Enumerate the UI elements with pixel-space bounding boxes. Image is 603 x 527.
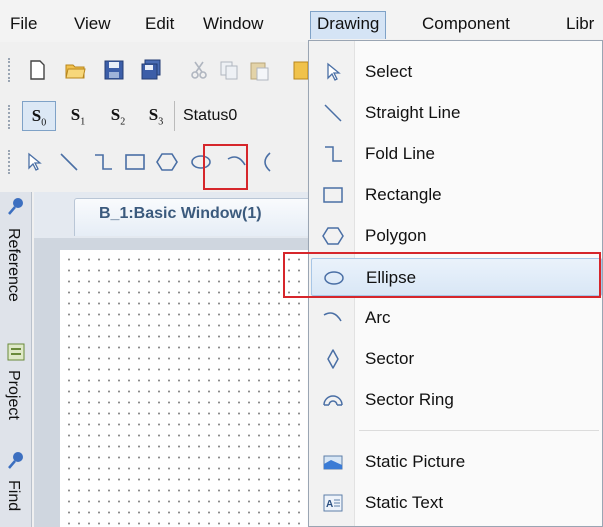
- menu-item-sector-ring[interactable]: Sector Ring: [311, 381, 602, 419]
- menu-item-label: Sector: [365, 349, 415, 368]
- menu-item-static-picture[interactable]: Static Picture: [311, 443, 602, 481]
- static-text-icon: A: [322, 492, 344, 514]
- state-2-button[interactable]: S2: [104, 101, 132, 131]
- menu-bar: File View Edit Window Drawing Component …: [0, 0, 603, 42]
- menu-item-label: Fold Line: [365, 144, 435, 163]
- arc-icon: [322, 307, 344, 329]
- project-icon[interactable]: [6, 342, 26, 362]
- select-arrow-icon[interactable]: [24, 151, 46, 173]
- new-icon[interactable]: [26, 59, 48, 81]
- menu-library[interactable]: Libr: [560, 11, 600, 39]
- dock-tab-find[interactable]: Find: [4, 480, 22, 511]
- menu-drawing[interactable]: Drawing: [310, 11, 387, 39]
- pin-icon[interactable]: [6, 450, 26, 470]
- straight-line-icon[interactable]: [58, 151, 80, 173]
- rectangle-icon[interactable]: [124, 151, 146, 173]
- document-tab[interactable]: B_1:Basic Window(1): [74, 198, 334, 236]
- cut-icon[interactable]: [188, 59, 210, 81]
- menu-separator: [359, 430, 599, 431]
- menu-item-rectangle[interactable]: Rectangle: [311, 176, 602, 214]
- canvas-frame: [34, 238, 324, 527]
- ellipse-menu-highlight: [283, 252, 601, 298]
- drawing-toolbar: [0, 140, 320, 182]
- fold-line-icon: [322, 143, 344, 165]
- toolbar-grip[interactable]: [8, 105, 11, 129]
- standard-toolbar: [0, 48, 320, 90]
- svg-text:A: A: [326, 499, 333, 510]
- state-toolbar: S0 S1 S2 S3 Status0: [0, 95, 320, 137]
- menu-item-label: Straight Line: [365, 103, 461, 122]
- menu-view[interactable]: View: [68, 11, 117, 39]
- menu-item-straight-line[interactable]: Straight Line: [311, 94, 602, 132]
- state-1-button[interactable]: S1: [64, 101, 92, 131]
- sector-ring-icon: [322, 389, 344, 411]
- menu-item-static-text[interactable]: A Static Text: [311, 484, 602, 522]
- menu-item-label: Polygon: [365, 226, 427, 245]
- toolbar-grip[interactable]: [8, 58, 11, 82]
- sector-icon[interactable]: [256, 151, 278, 173]
- document-tab-title: B_1:Basic Window(1): [99, 205, 262, 222]
- menu-item-label: Rectangle: [365, 185, 442, 204]
- save-icon[interactable]: [103, 59, 125, 81]
- menu-component[interactable]: Component: [416, 11, 516, 39]
- menu-item-fold-line[interactable]: Fold Line: [311, 135, 602, 173]
- menu-item-select[interactable]: Select: [311, 53, 602, 91]
- select-arrow-icon: [322, 61, 344, 83]
- menu-item-label: Arc: [365, 308, 391, 327]
- menu-window[interactable]: Window: [197, 11, 269, 39]
- rectangle-icon: [322, 184, 344, 206]
- menu-file[interactable]: File: [4, 11, 43, 39]
- document-tab-strip: B_1:Basic Window(1): [34, 192, 334, 238]
- fold-line-icon[interactable]: [92, 151, 114, 173]
- save-all-icon[interactable]: [140, 59, 162, 81]
- state-3-button[interactable]: S3: [142, 101, 170, 131]
- side-dock: Reference Project Find: [0, 192, 32, 527]
- menu-edit[interactable]: Edit: [139, 11, 180, 39]
- menu-item-polygon[interactable]: Polygon: [311, 217, 602, 255]
- sector-icon: [322, 348, 344, 370]
- ellipse-tool-highlight: [203, 144, 248, 190]
- open-folder-icon[interactable]: [64, 59, 86, 81]
- menu-item-label: Sector Ring: [365, 390, 454, 409]
- dock-tab-project[interactable]: Project: [4, 370, 22, 420]
- menu-item-label: Select: [365, 62, 413, 81]
- static-picture-icon: [322, 451, 344, 473]
- state-select[interactable]: Status0: [174, 101, 314, 131]
- menu-item-label: Static Picture: [365, 452, 466, 471]
- pin-icon[interactable]: [6, 196, 26, 216]
- polygon-icon: [322, 225, 344, 247]
- menu-item-sector[interactable]: Sector: [311, 340, 602, 378]
- dock-tab-reference[interactable]: Reference: [4, 228, 22, 302]
- toolbar-grip[interactable]: [8, 150, 11, 174]
- copy-icon[interactable]: [218, 59, 240, 81]
- straight-line-icon: [322, 102, 344, 124]
- menu-item-label: Static Text: [365, 493, 444, 512]
- menu-item-arc[interactable]: Arc: [311, 299, 602, 337]
- polygon-icon[interactable]: [156, 151, 178, 173]
- state-0-button[interactable]: S0: [22, 101, 56, 131]
- paste-icon[interactable]: [248, 59, 270, 81]
